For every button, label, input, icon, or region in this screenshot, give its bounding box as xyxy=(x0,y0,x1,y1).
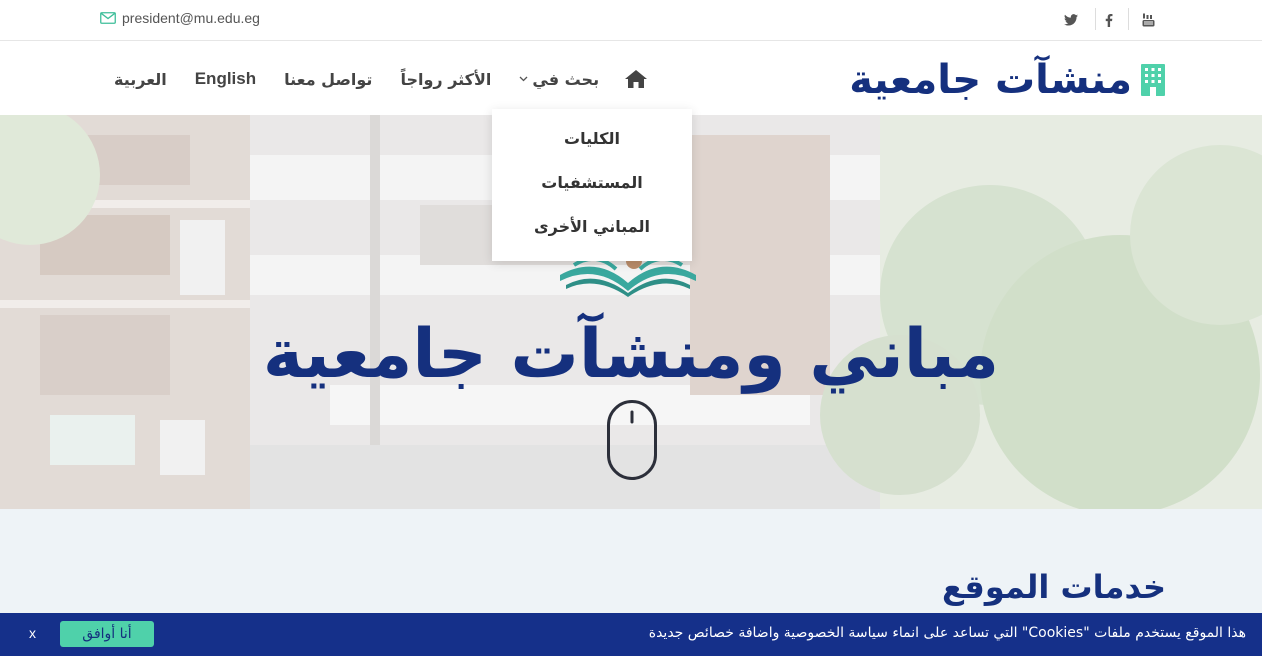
top-bar: president@mu.edu.eg xyxy=(0,0,1262,41)
search-in-dropdown: الكليات المستشفيات المباني الأخرى xyxy=(492,109,692,261)
home-icon[interactable] xyxy=(625,70,648,88)
facebook-icon[interactable] xyxy=(1099,10,1119,30)
cookie-message: هذا الموقع يستخدم ملفات "Cookies" التي ت… xyxy=(648,625,1246,641)
building-icon xyxy=(1141,64,1165,96)
twitter-icon[interactable] xyxy=(1061,10,1081,30)
youtube-icon[interactable] xyxy=(1138,10,1158,30)
cookie-close-button[interactable]: x xyxy=(29,625,36,641)
dropdown-item-colleges[interactable]: الكليات xyxy=(492,129,692,148)
email-text: president@mu.edu.eg xyxy=(122,10,260,26)
site-title: منشآت جامعية xyxy=(849,57,1132,103)
scroll-mouse-icon[interactable] xyxy=(607,400,657,480)
brand-logo[interactable]: منشآت جامعية xyxy=(849,58,1166,102)
services-heading: خدمات الموقع xyxy=(942,568,1166,606)
nav-search-label: بحث في xyxy=(532,69,600,89)
dropdown-item-other-buildings[interactable]: المباني الأخرى xyxy=(492,217,692,236)
header: منشآت جامعية العربية English تواصل معنا … xyxy=(0,41,1262,115)
dropdown-item-hospitals[interactable]: المستشفيات xyxy=(492,173,692,192)
hero-title: مباني ومنشآت جامعية xyxy=(262,315,1000,394)
email-link[interactable]: president@mu.edu.eg xyxy=(100,10,260,26)
mail-icon xyxy=(100,12,116,24)
nav-most-popular[interactable]: الأكثر رواجاً xyxy=(400,70,491,89)
nav-arabic[interactable]: العربية xyxy=(114,70,167,89)
nav-english[interactable]: English xyxy=(195,69,256,89)
cookie-banner: هذا الموقع يستخدم ملفات "Cookies" التي ت… xyxy=(0,613,1262,656)
cookie-accept-button[interactable]: أنا أوافق xyxy=(60,621,154,647)
nav-contact[interactable]: تواصل معنا xyxy=(284,70,372,89)
chevron-down-icon xyxy=(519,76,528,82)
nav-search-in[interactable]: بحث في xyxy=(519,70,599,89)
main-nav: العربية English تواصل معنا الأكثر رواجاً… xyxy=(114,69,648,89)
